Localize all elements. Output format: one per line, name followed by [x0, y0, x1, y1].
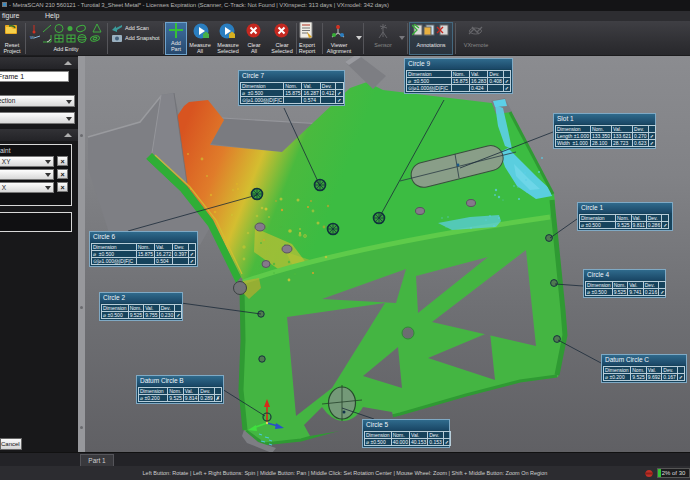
svg-text:w: w: [29, 34, 35, 40]
